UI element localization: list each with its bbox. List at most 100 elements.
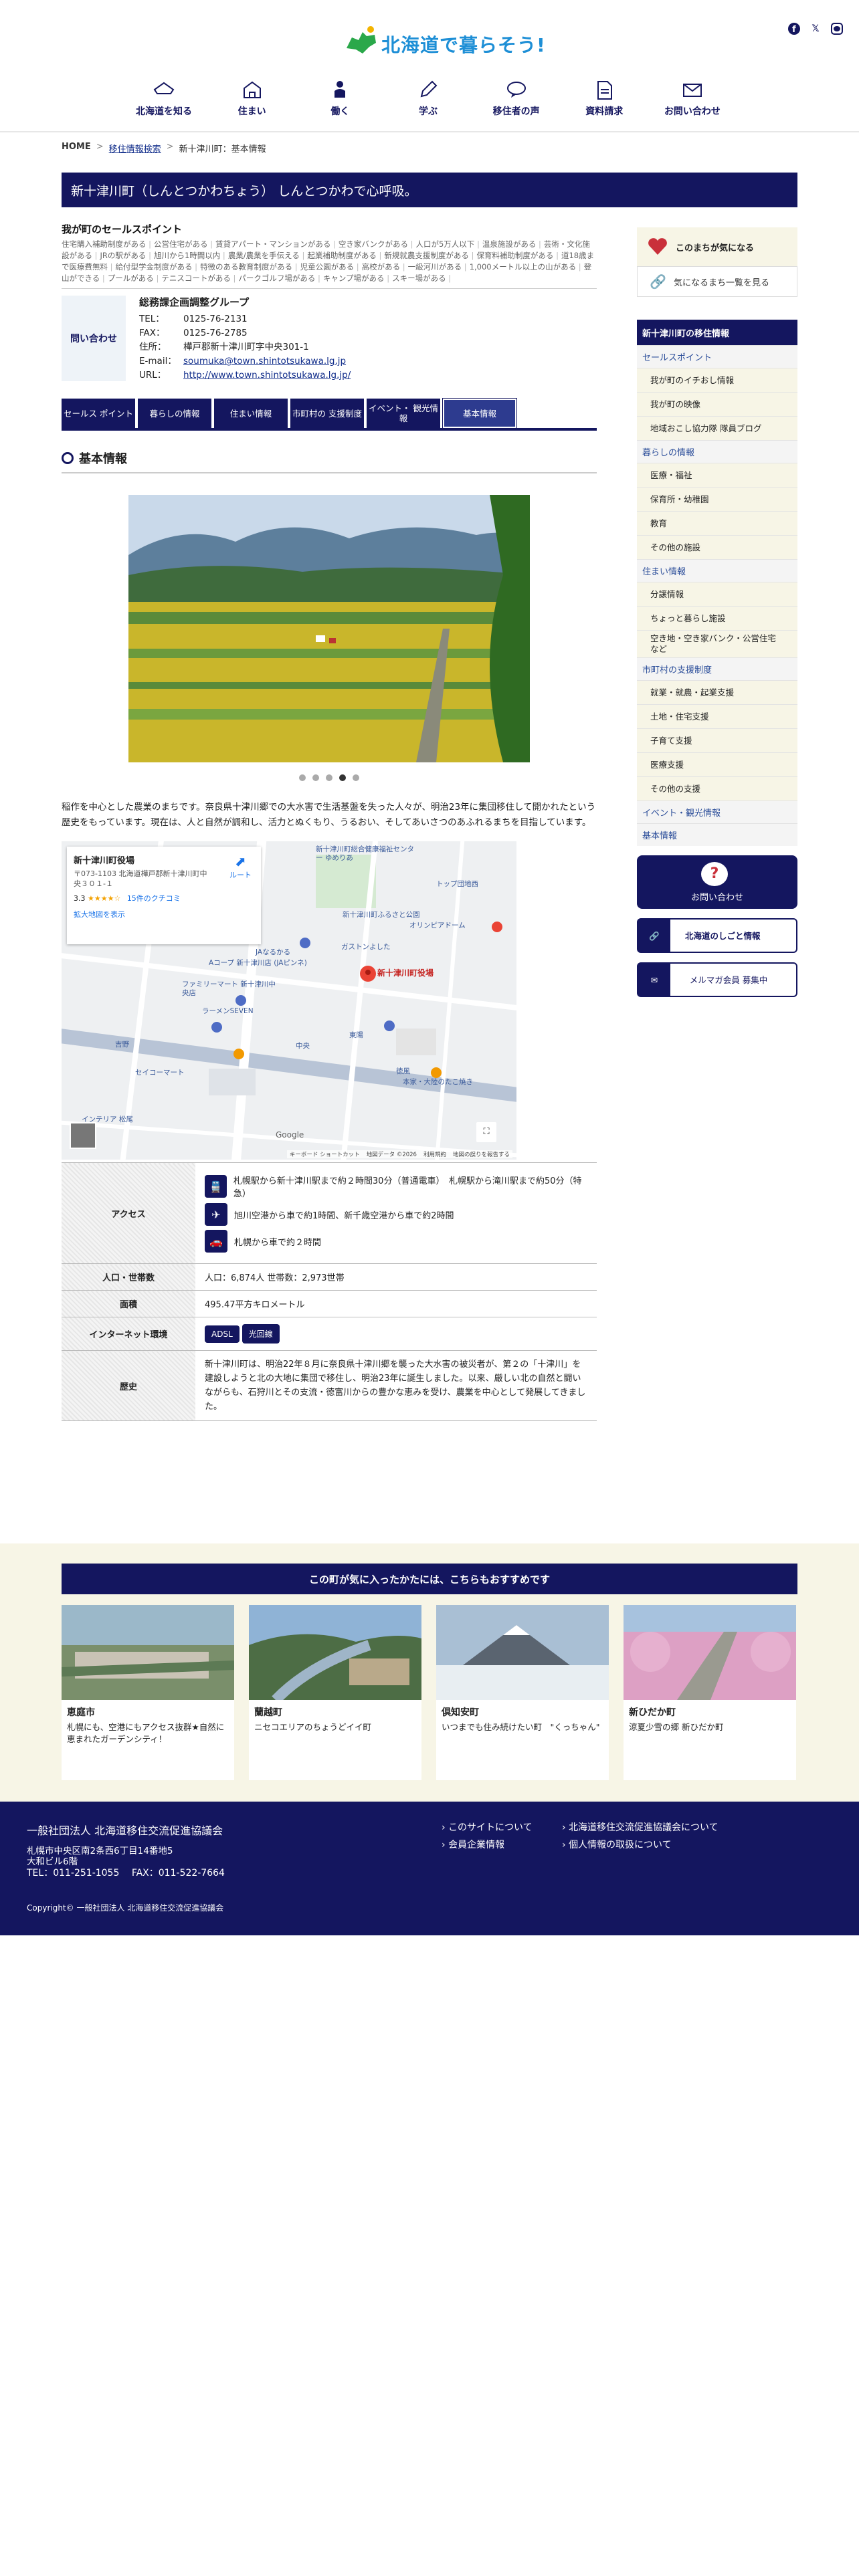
- contact-key: URL：: [139, 370, 167, 381]
- nav-item-2[interactable]: 働く: [296, 79, 383, 126]
- sidebar-item[interactable]: 保育所・幼稚園: [637, 487, 797, 511]
- pencil-icon: [420, 80, 438, 98]
- nav-item-1[interactable]: 住まい: [209, 79, 296, 126]
- sidebar-item[interactable]: 医療支援: [637, 752, 797, 776]
- recommend-card[interactable]: 新ひだか町 涼夏少雪の郷 新ひだか町: [624, 1605, 796, 1780]
- map-footer-link[interactable]: 地図の誤りを報告する: [453, 1150, 510, 1158]
- nav-label: 住まい: [237, 106, 266, 117]
- map-route[interactable]: ⬈ ルート: [229, 853, 252, 880]
- map-poi-label: ラーメンSEVEN: [202, 1007, 254, 1015]
- job-info-link[interactable]: 🔗 北海道のしごと情報: [637, 918, 797, 953]
- facebook-icon[interactable]: f: [787, 21, 801, 36]
- fav-list-link[interactable]: 🔗 気になるまち一覧を見る: [637, 266, 797, 297]
- carousel-dot[interactable]: [299, 774, 306, 781]
- site-logo[interactable]: 北海道で暮らそう!: [343, 17, 545, 66]
- line-icon[interactable]: [830, 21, 844, 36]
- carousel-dot[interactable]: [312, 774, 319, 781]
- svg-text:f: f: [792, 25, 796, 35]
- sidebar-category[interactable]: 基本情報: [637, 823, 797, 846]
- carousel-dots: [62, 774, 597, 781]
- map-reviews-link[interactable]: 15件のクチコミ: [127, 894, 181, 903]
- global-nav: 北海道を知る 住まい 働く 学ぶ 移住者の声 資料請求 お問い合わせ: [120, 79, 736, 126]
- nav-label: 移住者の声: [492, 106, 540, 117]
- sidebar-item[interactable]: 教育: [637, 511, 797, 535]
- sidebar-item[interactable]: 分譲情報: [637, 582, 797, 606]
- map-place-name: 新十津川町役場: [74, 856, 135, 866]
- map-poi-label: 新十津川町総合健康福祉センター ゆめりあ: [316, 845, 414, 862]
- nav-label: 働く: [330, 106, 350, 117]
- carousel-dot[interactable]: [339, 774, 346, 781]
- sidebar-category[interactable]: イベント・観光情報: [637, 800, 797, 823]
- sidebar-item[interactable]: 医療・福祉: [637, 463, 797, 487]
- sidebar-item[interactable]: 我が町のイチおし情報: [637, 368, 797, 392]
- recommend-card[interactable]: 蘭越町 ニセコエリアのちょうどイイ町: [249, 1605, 421, 1780]
- sidebar-item[interactable]: 地域おこし協力隊 隊員ブログ: [637, 416, 797, 440]
- tab-4[interactable]: イベント・ 観光情報: [367, 399, 440, 428]
- carousel-dot[interactable]: [326, 774, 332, 781]
- tab-1[interactable]: 暮らしの情報: [138, 399, 211, 428]
- x-icon[interactable]: 𝕏: [808, 21, 823, 36]
- selling-tag: パークゴルフ場がある: [238, 274, 320, 283]
- sidebar-item[interactable]: その他の施設: [637, 535, 797, 559]
- history-value: 新十津川町は、明治22年８月に奈良県十津川郷を襲った大水害の被災者が、第２の「十…: [195, 1350, 597, 1421]
- footer-link[interactable]: › このサイトについて: [442, 1820, 562, 1834]
- info-table: アクセス 🚆 札幌駅から新十津川駅まで約２時間30分（普通電車） 札幌駅から滝川駅…: [62, 1162, 597, 1421]
- map-footer-link[interactable]: 地図データ ©2026: [367, 1150, 417, 1158]
- carousel-dot[interactable]: [353, 774, 359, 781]
- nav-item-4[interactable]: 移住者の声: [473, 79, 560, 126]
- fullscreen-icon[interactable]: ⛶: [476, 1122, 496, 1142]
- map-stars: ★★★★☆: [88, 894, 121, 903]
- sidebar-item[interactable]: 我が町の映像: [637, 392, 797, 416]
- tab-0[interactable]: セールス ポイント: [62, 399, 135, 428]
- route-icon: ⬈: [235, 853, 246, 869]
- selling-tag: 高校がある: [362, 262, 405, 272]
- map-enlarge-link[interactable]: 拡大地図を表示: [74, 909, 254, 920]
- embedded-map[interactable]: 新十津川町役場 〒073-1103 北海道樺戸郡新十津川町中央３０１-１ 3.3…: [62, 841, 516, 1160]
- tab-3[interactable]: 市町村の 支援制度: [290, 399, 364, 428]
- map-footer-link[interactable]: 利用規約: [423, 1150, 446, 1158]
- sidebar-item[interactable]: その他の支援: [637, 776, 797, 800]
- sidebar-item[interactable]: 子育て支援: [637, 728, 797, 752]
- access-row: 🚗 札幌から車で約２時間: [205, 1230, 587, 1253]
- contact-link[interactable]: soumuka@town.shintotsukawa.lg.jp: [183, 354, 346, 368]
- nav-item-6[interactable]: お問い合わせ: [649, 79, 736, 126]
- contact-row: 住所： 樺戸郡新十津川町字中央301-1: [139, 340, 351, 354]
- fav-town-button[interactable]: このまちが気になる: [637, 227, 797, 266]
- sidebar-item[interactable]: 土地・住宅支援: [637, 704, 797, 728]
- contact-button[interactable]: ? お問い合わせ: [637, 855, 797, 909]
- access-text: 旭川空港から車で約1時間、新千歳空港から車で約2時間: [234, 1210, 454, 1221]
- sidebar-item[interactable]: ちょっと暮らし施設: [637, 606, 797, 630]
- recommend-card[interactable]: 倶知安町 いつまでも住み続けたい町 "くっちゃん": [436, 1605, 609, 1780]
- contact-link[interactable]: http://www.town.shintotsukawa.lg.jp/: [183, 368, 351, 383]
- tab-2[interactable]: 住まい情報: [214, 399, 288, 428]
- nav-item-5[interactable]: 資料請求: [561, 79, 648, 126]
- breadcrumb-home[interactable]: HOME: [62, 142, 91, 154]
- satellite-toggle[interactable]: [70, 1122, 96, 1149]
- logo-text: 北海道で暮らそう!: [381, 34, 546, 56]
- worker-icon: [335, 81, 346, 98]
- sidebar-category[interactable]: セールスポイント: [637, 345, 797, 368]
- breadcrumb-search[interactable]: 移住情報検索: [109, 142, 161, 154]
- nav-item-0[interactable]: 北海道を知る: [120, 79, 207, 126]
- contact-block: 問い合わせ 総務課企画調整グループ TEL： 0125-76-2131 FAX： 01…: [62, 296, 597, 383]
- footer-link[interactable]: › 会員企業情報: [442, 1838, 562, 1851]
- nav-item-3[interactable]: 学ぶ: [385, 79, 472, 126]
- car-icon: 🚗: [205, 1230, 227, 1253]
- sidebar-category[interactable]: 市町村の支援制度: [637, 657, 797, 680]
- sidebar-category[interactable]: 住まい情報: [637, 559, 797, 582]
- sidebar-item[interactable]: 空き地・空き家バンク・公営住宅など: [637, 630, 797, 657]
- section-title-text: 基本情報: [79, 452, 127, 466]
- recommend-card[interactable]: 恵庭市 札幌にも、空港にもアクセス抜群★自然に恵まれたガーデンシティ！: [62, 1605, 234, 1780]
- map-poi-label: 徳風: [396, 1067, 410, 1075]
- sidebar-item[interactable]: 就業・就農・起業支援: [637, 680, 797, 704]
- tab-5[interactable]: 基本情報: [442, 398, 517, 429]
- access-text: 札幌駅から新十津川駅まで約２時間30分（普通電車） 札幌駅から滝川駅まで約50分…: [233, 1176, 582, 1199]
- contact-row: TEL： 0125-76-2131: [139, 312, 351, 326]
- footer-link[interactable]: › 北海道移住交流促進協議会について: [562, 1820, 776, 1834]
- footer-link[interactable]: › 個人情報の取扱について: [562, 1838, 776, 1851]
- map-footer-link[interactable]: キーボード ショートカット: [290, 1150, 360, 1158]
- footer-tel: TEL：011-251-1055 FAX：011-522-7664: [27, 1868, 225, 1879]
- selling-heading: 我が町のセールスポイント: [62, 223, 183, 235]
- mailmag-link[interactable]: ✉ メルマガ会員 募集中: [637, 962, 797, 997]
- sidebar-category[interactable]: 暮らしの情報: [637, 440, 797, 463]
